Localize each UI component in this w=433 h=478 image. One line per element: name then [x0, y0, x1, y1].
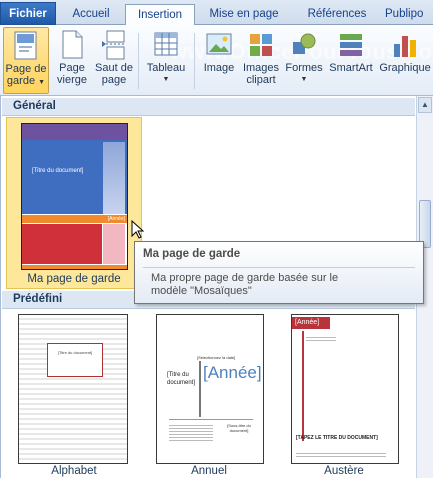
cover-page-item-caption: Ma page de garde [27, 273, 121, 285]
thumb-mosaic-purple-band [22, 124, 127, 140]
cover-page-button[interactable]: Page de garde ▼ [3, 27, 49, 94]
cover-page-item-caption: Austère [324, 465, 364, 477]
cover-page-item-annual[interactable]: [Sélectionnez la date] [Titre du documen… [149, 312, 269, 478]
thumb-austere-rule [302, 331, 304, 441]
ribbon-separator [194, 33, 195, 89]
table-label: Tableau [146, 62, 186, 74]
image-icon [206, 30, 232, 60]
image-button[interactable]: Image [199, 27, 239, 94]
cover-page-label-2: garde ▼ [6, 75, 46, 87]
tab-mailings[interactable]: Publipo [385, 4, 433, 25]
cover-page-icon [13, 31, 39, 61]
table-icon [153, 30, 179, 60]
blank-page-label-1: Page [59, 62, 85, 74]
shapes-dropdown-icon: ▼ [300, 76, 308, 83]
table-button[interactable]: Tableau ▼ [142, 27, 190, 94]
page-break-label-2: page [101, 74, 127, 86]
clipart-button[interactable]: Images clipart [241, 27, 281, 94]
tooltip-title: Ma page de garde [143, 248, 241, 260]
page-break-label-1: Saut de [95, 62, 133, 74]
thumbnail-alphabet: [Titre du document] [18, 314, 128, 464]
tab-references[interactable]: Références [297, 4, 377, 25]
thumb-annual-year: [Année] [203, 363, 262, 382]
chart-label: Graphique [379, 62, 431, 74]
chart-icon [392, 30, 418, 60]
tab-insert[interactable]: Insertion [125, 4, 195, 26]
thumb-mosaic-year: [Année] [107, 216, 125, 222]
smartart-label: SmartArt [329, 62, 373, 74]
shapes-label: Formes [285, 62, 323, 74]
shapes-button[interactable]: Formes ▼ [283, 27, 325, 94]
table-dropdown-icon: ▼ [162, 76, 170, 83]
cover-page-item-austere[interactable]: [Année] [TAPEZ LE TITRE DU DOCUMENT] Aus… [284, 312, 404, 478]
cover-page-label-1: Page de [5, 63, 47, 75]
thumb-mosaic-side-block [103, 142, 125, 214]
tab-home[interactable]: Accueil [62, 4, 120, 25]
thumb-mosaic-footer-band [22, 265, 127, 269]
image-label: Image [203, 62, 235, 74]
thumb-mosaic-red-block [22, 224, 102, 264]
thumb-annual-divider [169, 419, 253, 420]
smartart-icon [338, 30, 364, 60]
mouse-cursor-icon [131, 220, 145, 239]
blank-page-icon [59, 30, 85, 60]
clipart-label-2: clipart [246, 74, 276, 86]
thumb-mosaic-pink-block [103, 224, 125, 264]
tooltip-divider [143, 267, 415, 268]
tab-file[interactable]: Fichier [0, 2, 56, 25]
page-break-icon [101, 30, 127, 60]
thumb-austere-lines [306, 335, 336, 343]
tooltip-body-line2: modèle "Mosaïques" [151, 285, 252, 297]
thumb-alphabet-frame: [Titre du document] [47, 343, 103, 377]
tab-layout[interactable]: Mise en page [203, 4, 285, 25]
page-break-button[interactable]: Saut de page [93, 27, 135, 94]
thumbnail-mosaic: [Titre du document] [Année] [21, 123, 128, 270]
ribbon-separator [138, 33, 139, 89]
cover-page-item-custom[interactable]: [Titre du document] [Année] Ma page de g… [6, 117, 142, 289]
thumb-annual-subtitle: [Sous-titre du document] [227, 423, 251, 433]
group-header-general: Général [2, 98, 415, 116]
cover-page-item-alphabet[interactable]: [Titre du document] Alphabet [14, 312, 134, 478]
thumb-austere-title: [TAPEZ LE TITRE DU DOCUMENT] [296, 435, 378, 441]
thumb-annual-rule [199, 361, 201, 417]
thumb-austere-year: [Année] [292, 317, 330, 329]
cover-page-item-caption: Annuel [191, 465, 227, 477]
cover-page-tooltip: Ma page de garde Ma propre page de garde… [134, 241, 424, 304]
thumb-austere-text-block [296, 451, 386, 457]
thumbnail-annual: [Sélectionnez la date] [Titre du documen… [156, 314, 264, 464]
cover-page-item-caption: Alphabet [51, 465, 97, 477]
blank-page-label-2: vierge [57, 74, 87, 86]
shapes-icon [291, 30, 317, 60]
thumb-mosaic-title: [Titre du document] [32, 168, 84, 174]
ribbon: www.OfficePourTous.com Page de garde ▼ P… [0, 25, 433, 96]
clipart-label-1: Images [242, 62, 280, 74]
thumb-annual-date: [Sélectionnez la date] [197, 355, 236, 360]
thumb-annual-text-block [169, 423, 213, 441]
thumb-annual-title: [Titre du document] [167, 372, 196, 386]
chart-button[interactable]: Graphique [378, 27, 432, 94]
thumbnail-austere: [Année] [TAPEZ LE TITRE DU DOCUMENT] [291, 314, 399, 464]
ribbon-tab-bar: Fichier Accueil Insertion Mise en page R… [0, 0, 433, 26]
smartart-button[interactable]: SmartArt [326, 27, 376, 94]
blank-page-button[interactable]: Page vierge [52, 27, 92, 94]
clipart-icon [248, 30, 274, 60]
scroll-up-icon[interactable]: ▲ [418, 97, 432, 113]
thumb-alphabet-title: [Titre du document] [57, 350, 93, 355]
tooltip-body-line1: Ma propre page de garde basée sur le [151, 272, 339, 284]
